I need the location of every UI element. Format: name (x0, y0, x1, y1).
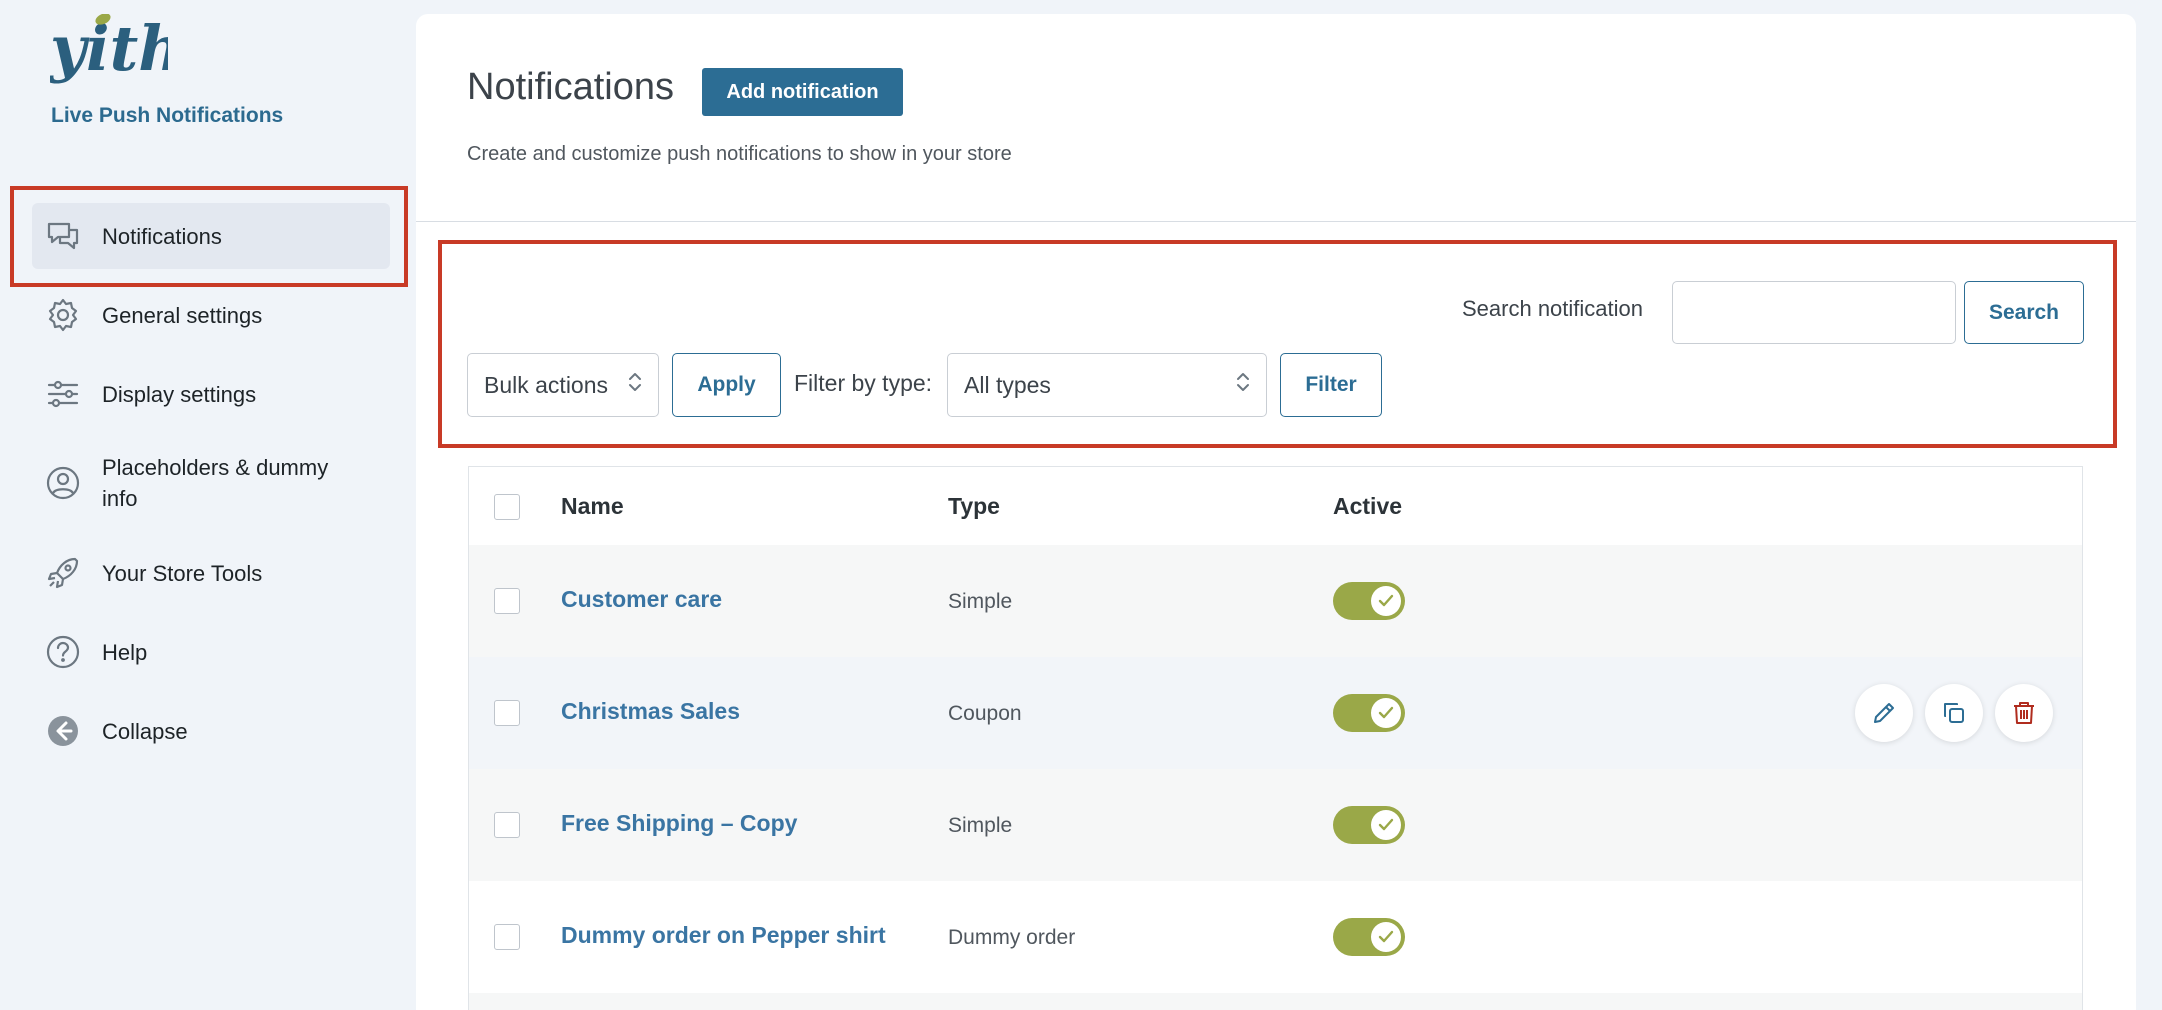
column-header-name: Name (561, 493, 624, 519)
sidebar-item-label: Help (102, 639, 148, 665)
notification-name-link[interactable]: Free Shipping – Copy (561, 810, 797, 837)
gear-icon (45, 297, 81, 333)
active-toggle[interactable] (1333, 582, 1405, 620)
page-subtitle: Create and customize push notifications … (467, 143, 1012, 165)
column-header-active: Active (1333, 493, 1403, 519)
sidebar-item-label: General settings (102, 302, 263, 328)
user-circle-icon (45, 465, 81, 501)
active-toggle[interactable] (1333, 806, 1405, 844)
trash-icon (2014, 702, 2034, 724)
notification-name-link[interactable]: Customer care (561, 586, 722, 613)
sidebar-item-general-settings[interactable]: General settings (32, 282, 390, 348)
sidebar-item-notifications[interactable]: Notifications (32, 203, 390, 269)
notification-type: Simple (948, 814, 1013, 837)
check-icon (1378, 594, 1394, 607)
check-icon (1378, 706, 1394, 719)
sidebar-item-store-tools[interactable]: Your Store Tools (32, 540, 390, 606)
edit-pencil-icon (1874, 703, 1894, 723)
check-icon (1378, 930, 1394, 943)
sidebar: yith Live Push Notifications Notificatio… (0, 0, 410, 1010)
bulk-actions-value: Bulk actions (484, 371, 609, 398)
notification-name-link[interactable]: Christmas Sales (561, 698, 740, 725)
active-toggle[interactable] (1333, 694, 1405, 732)
filter-type-value: All types (964, 371, 1051, 398)
table-row: Dummy order on Pepper shirt Dummy order (469, 881, 2082, 993)
logo-lettering: yith (50, 14, 168, 85)
sidebar-item-display-settings[interactable]: Display settings (32, 361, 390, 427)
sidebar-item-label: Display settings (102, 381, 257, 407)
active-toggle[interactable] (1333, 918, 1405, 956)
filter-button[interactable]: Filter (1280, 353, 1382, 417)
notifications-table: Name Type Active Customer care Simple Ch… (468, 466, 2083, 1010)
toggle-knob (1371, 810, 1401, 840)
yith-logo-icon: yith (48, 12, 183, 85)
sidebar-item-label: Your Store Tools (102, 560, 263, 586)
delete-button[interactable] (1995, 684, 2053, 742)
search-label: Search notification (1462, 296, 1643, 321)
row-checkbox[interactable] (494, 812, 520, 838)
apply-button[interactable]: Apply (672, 353, 781, 417)
sliders-icon (45, 376, 81, 412)
add-notification-button[interactable]: Add notification (702, 68, 903, 116)
select-arrows-icon (628, 370, 642, 400)
arrow-left-circle-icon (45, 713, 81, 749)
row-checkbox[interactable] (494, 924, 520, 950)
search-input[interactable] (1672, 281, 1956, 344)
sidebar-item-label: Placeholders & dummy info (102, 455, 329, 511)
row-checkbox[interactable] (494, 588, 520, 614)
duplicate-icon (1944, 703, 1964, 723)
column-header-type: Type (948, 493, 1000, 519)
table-row: Free Shipping – Copy Simple (469, 769, 2082, 881)
chat-bubbles-icon (45, 218, 81, 254)
table-header-row: Name Type Active (469, 467, 2082, 545)
question-circle-icon (45, 634, 81, 670)
notification-type: Simple (948, 590, 1013, 613)
toggle-knob (1371, 586, 1401, 616)
row-checkbox[interactable] (494, 700, 520, 726)
toggle-knob (1371, 698, 1401, 728)
search-button[interactable]: Search (1964, 281, 2084, 344)
header-divider (416, 221, 2136, 222)
check-icon (1378, 818, 1394, 831)
sidebar-item-placeholders[interactable]: Placeholders & dummy info (32, 450, 390, 516)
notification-name-link[interactable]: Dummy order on Pepper shirt (561, 922, 886, 949)
table-row: Customer care Simple (469, 545, 2082, 657)
notification-type: Coupon (948, 702, 1022, 725)
page-title: Notifications (467, 66, 674, 108)
select-arrows-icon (1236, 370, 1250, 400)
toggle-knob (1371, 922, 1401, 952)
edit-button[interactable] (1855, 684, 1913, 742)
rocket-icon (45, 555, 81, 591)
sidebar-item-label: Collapse (102, 718, 188, 744)
plugin-name: Live Push Notifications (51, 104, 284, 127)
duplicate-button[interactable] (1925, 684, 1983, 742)
bulk-actions-select[interactable]: Bulk actions (467, 353, 659, 417)
sidebar-item-label: Notifications (102, 223, 222, 249)
filter-type-select[interactable]: All types (947, 353, 1267, 417)
yith-logo[interactable]: yith (48, 12, 183, 91)
select-all-checkbox[interactable] (494, 494, 520, 520)
table-row: Christmas Sales Coupon (469, 657, 2082, 769)
sidebar-item-collapse[interactable]: Collapse (32, 698, 390, 764)
notification-type: Dummy order (948, 926, 1076, 949)
sidebar-item-help[interactable]: Help (32, 619, 390, 685)
filter-label: Filter by type: (794, 370, 933, 396)
table-row-partial (469, 993, 2082, 1010)
